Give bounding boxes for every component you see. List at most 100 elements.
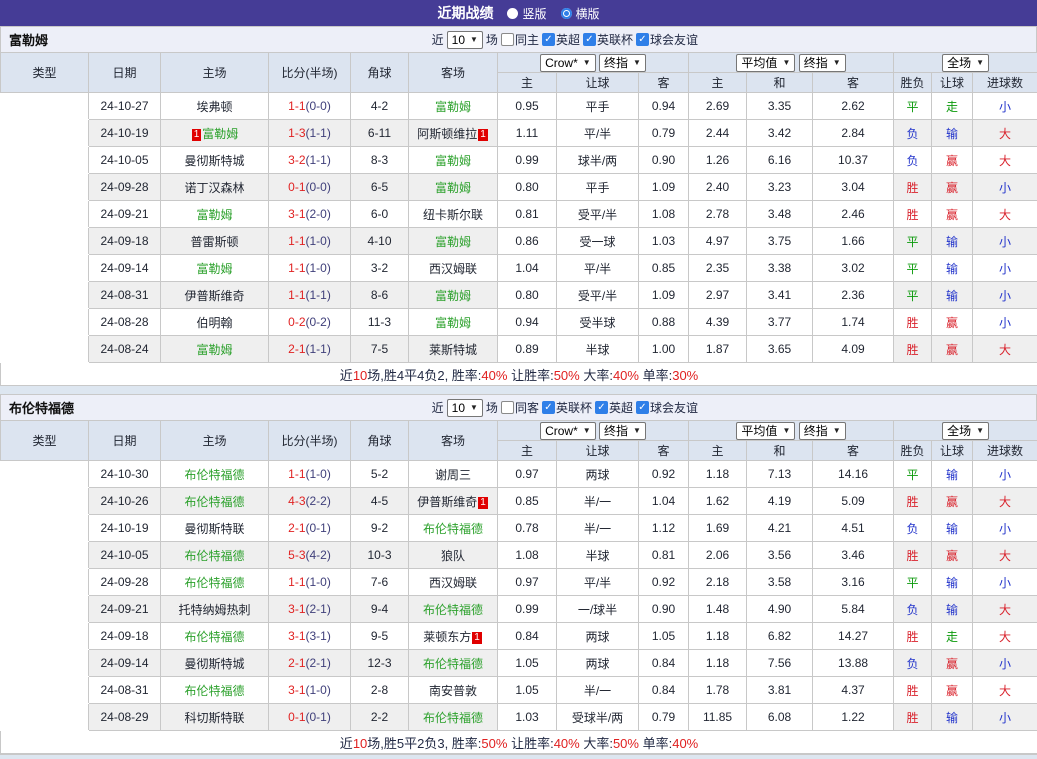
- league-badge: 英超: [1, 282, 89, 309]
- score-cell: 0-2(0-2): [269, 309, 351, 336]
- filter-checkbox-球会友谊[interactable]: ✓球会友谊: [636, 399, 698, 416]
- checkbox-icon[interactable]: [501, 401, 514, 414]
- outcome-cell: 平: [894, 282, 932, 309]
- col-header-odds-away: 客: [639, 73, 689, 93]
- checkbox-label: 英联杯: [597, 31, 633, 48]
- radio-icon[interactable]: [561, 8, 572, 19]
- summary-segment: 单率:: [639, 736, 672, 751]
- red-card-badge: 1: [478, 129, 488, 141]
- score-cell: 1-1(1-0): [269, 228, 351, 255]
- filter-checkbox-同客[interactable]: 同客: [501, 399, 539, 416]
- outcome-cell: 平: [894, 569, 932, 596]
- view-option-vertical[interactable]: 竖版: [507, 5, 546, 22]
- recent-count-select[interactable]: 10▼: [447, 31, 483, 49]
- handicap-outcome-cell: 输: [932, 282, 973, 309]
- date-cell: 24-08-24: [89, 336, 161, 363]
- home-team-cell: 普雷斯顿: [161, 228, 269, 255]
- away-team-cell: 谢周三: [409, 461, 498, 488]
- company-final-select[interactable]: 终指▼: [599, 54, 646, 72]
- match-row: 英超24-08-31伊普斯维奇1-1(1-1)8-6富勒姆0.80受平/半1.0…: [1, 282, 1037, 309]
- outcome-cell: 负: [894, 147, 932, 174]
- company-select[interactable]: Crow*▼: [540, 422, 596, 440]
- radio-icon[interactable]: [507, 8, 518, 19]
- home-team-cell: 曼彻斯特城: [161, 650, 269, 677]
- goals-outcome-cell: 小: [973, 282, 1037, 309]
- date-cell: 24-09-21: [89, 201, 161, 228]
- average-final-select[interactable]: 终指▼: [799, 54, 846, 72]
- match-row: 英超24-09-28布伦特福德1-1(1-0)7-6西汉姆联0.97平/半0.9…: [1, 569, 1037, 596]
- corners-cell: 8-3: [351, 147, 409, 174]
- full-time-score: 1-3: [288, 126, 305, 140]
- handicap-home-odds: 0.99: [498, 147, 557, 174]
- league-badge: 英超: [1, 650, 89, 677]
- col-header-home: 主场: [161, 421, 269, 461]
- outcome-cell: 平: [894, 461, 932, 488]
- average-select[interactable]: 平均值▼: [736, 54, 795, 72]
- average-select[interactable]: 平均值▼: [736, 422, 795, 440]
- full-time-score: 0-2: [288, 315, 305, 329]
- handicap-outcome-cell: 输: [932, 255, 973, 282]
- scope-select[interactable]: 全场▼: [942, 422, 989, 440]
- handicap-away-odds: 0.81: [639, 542, 689, 569]
- away-team-cell: 布伦特福德: [409, 704, 498, 731]
- filter-checkbox-英超[interactable]: ✓英超: [542, 31, 580, 48]
- chevron-down-icon: ▼: [583, 56, 591, 70]
- home-team-name: 布伦特福德: [184, 468, 244, 482]
- score-cell: 3-1(2-1): [269, 596, 351, 623]
- chevron-down-icon: ▼: [583, 424, 591, 438]
- handicap-outcome-cell: 输: [932, 120, 973, 147]
- outcome-cell: 平: [894, 255, 932, 282]
- checkbox-icon[interactable]: ✓: [636, 401, 649, 414]
- date-cell: 24-08-31: [89, 677, 161, 704]
- handicap-away-odds: 0.88: [639, 309, 689, 336]
- summary-segment: 场,胜5平2负3, 胜率:: [367, 736, 481, 751]
- corners-cell: 6-5: [351, 174, 409, 201]
- average-final-select[interactable]: 终指▼: [799, 422, 846, 440]
- away-team-name: 纽卡斯尔联: [423, 208, 483, 222]
- checkbox-icon[interactable]: ✓: [542, 401, 555, 414]
- filter-checkbox-英超[interactable]: ✓英超: [595, 399, 633, 416]
- checkbox-label: 同客: [515, 399, 539, 416]
- date-cell: 24-08-29: [89, 704, 161, 731]
- chevron-down-icon: ▼: [470, 401, 478, 415]
- outcome-cell: 平: [894, 93, 932, 120]
- date-cell: 24-10-30: [89, 461, 161, 488]
- summary-segment: 大率:: [580, 368, 613, 383]
- corners-cell: 5-2: [351, 461, 409, 488]
- team-bar-brentford: 布伦特福德 近10▼场同客✓英联杯✓英超✓球会友谊: [0, 394, 1037, 420]
- match-row: 英超24-09-21托特纳姆热刺3-1(2-1)9-4布伦特福德0.99一/球半…: [1, 596, 1037, 623]
- filter-checkbox-同主[interactable]: 同主: [501, 31, 539, 48]
- avg-home-odds: 2.35: [689, 255, 747, 282]
- company-select[interactable]: Crow*▼: [540, 54, 596, 72]
- checkbox-icon[interactable]: [501, 33, 514, 46]
- outcome-cell: 胜: [894, 623, 932, 650]
- away-team-name: 富勒姆: [435, 154, 471, 168]
- filter-checkbox-英联杯[interactable]: ✓英联杯: [542, 399, 592, 416]
- recent-count-select[interactable]: 10▼: [447, 399, 483, 417]
- league-badge: 英超: [1, 174, 89, 201]
- corners-cell: 8-6: [351, 282, 409, 309]
- checkbox-icon[interactable]: ✓: [542, 33, 555, 46]
- avg-away-odds: 3.04: [813, 174, 894, 201]
- checkbox-icon[interactable]: ✓: [583, 33, 596, 46]
- handicap-line: 一/球半: [557, 596, 639, 623]
- filter-checkbox-球会友谊[interactable]: ✓球会友谊: [636, 31, 698, 48]
- date-cell: 24-09-28: [89, 569, 161, 596]
- checkbox-icon[interactable]: ✓: [595, 401, 608, 414]
- handicap-away-odds: 1.09: [639, 282, 689, 309]
- filter-checkbox-英联杯[interactable]: ✓英联杯: [583, 31, 633, 48]
- checkbox-icon[interactable]: ✓: [636, 33, 649, 46]
- summary-segment: 50%: [613, 736, 639, 751]
- company-final-select[interactable]: 终指▼: [599, 422, 646, 440]
- handicap-outcome-cell: 赢: [932, 201, 973, 228]
- avg-away-odds: 10.37: [813, 147, 894, 174]
- view-option-horizontal[interactable]: 横版: [561, 5, 600, 22]
- corners-cell: 9-4: [351, 596, 409, 623]
- half-time-score: (2-2): [306, 494, 331, 508]
- match-row: 英超24-09-28诺丁汉森林0-1(0-0)6-5富勒姆0.80平手1.092…: [1, 174, 1037, 201]
- full-time-score: 3-1: [288, 207, 305, 221]
- avg-home-odds: 2.69: [689, 93, 747, 120]
- date-cell: 24-08-28: [89, 309, 161, 336]
- scope-select[interactable]: 全场▼: [942, 54, 989, 72]
- home-team-name: 普雷斯顿: [190, 235, 238, 249]
